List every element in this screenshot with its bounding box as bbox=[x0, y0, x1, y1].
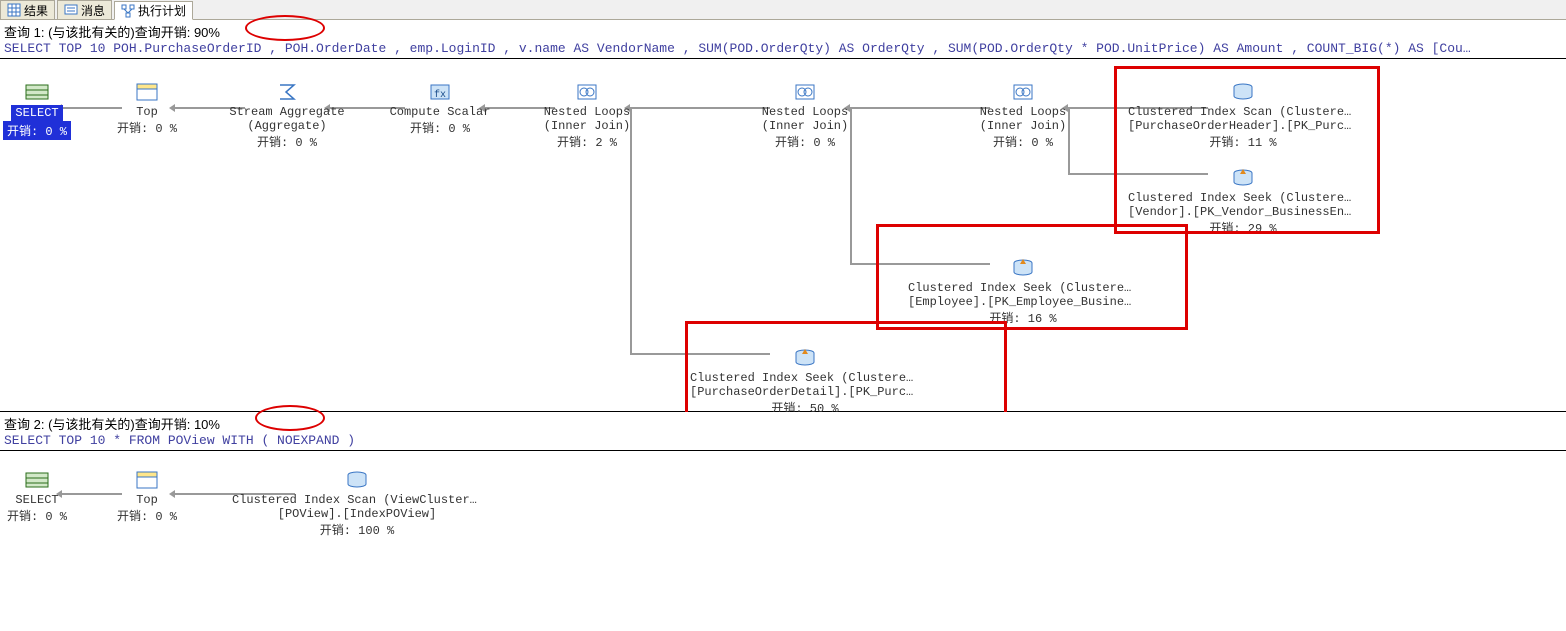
plan-icon bbox=[121, 4, 135, 18]
query1-header: 查询 1: (与该批有关的)查询开销: 90% SELECT TOP 10 PO… bbox=[0, 20, 1566, 59]
p2-top-label: Top bbox=[32, 493, 262, 507]
annotation-ellipse-2 bbox=[255, 405, 325, 431]
scalar-op-icon: fx bbox=[427, 81, 453, 103]
query1-cost-line: 查询 1: (与该批有关的)查询开销: 90% bbox=[4, 22, 1562, 41]
plan1-canvas[interactable]: SELECT 开销: 0 % Top 开销: 0 % Stream Aggreg… bbox=[0, 59, 1566, 412]
top-op-icon bbox=[134, 81, 160, 103]
plan2-node-scan[interactable]: Clustered Index Scan (ViewClustered) [PO… bbox=[232, 469, 482, 538]
tab-results-label: 结果 bbox=[24, 2, 48, 19]
nestedloop-op-icon bbox=[792, 81, 818, 103]
tab-results[interactable]: 结果 bbox=[0, 0, 55, 19]
plan-node-nl3[interactable]: Nested Loops (Inner Join) 开销: 0 % bbox=[908, 81, 1138, 150]
nestedloop-op-icon bbox=[1010, 81, 1036, 103]
annotation-box-1 bbox=[1114, 66, 1380, 234]
grid-icon bbox=[7, 3, 21, 17]
query2-cost-line: 查询 2: (与该批有关的)查询开销: 10% bbox=[4, 414, 1562, 433]
plan-node-nl1[interactable]: Nested Loops (Inner Join) 开销: 2 % bbox=[472, 81, 702, 150]
message-icon bbox=[64, 3, 78, 17]
nl2-label: Nested Loops bbox=[690, 105, 920, 119]
annotation-ellipse-1 bbox=[245, 15, 325, 41]
nl3-sub: (Inner Join) bbox=[908, 119, 1138, 133]
tab-bar: 结果 消息 执行计划 bbox=[0, 0, 1566, 20]
p2-scan-obj: [POView].[IndexPOView] bbox=[232, 507, 482, 521]
tab-messages-label: 消息 bbox=[81, 2, 105, 19]
tab-execution-plan[interactable]: 执行计划 bbox=[114, 1, 193, 20]
nl2-sub: (Inner Join) bbox=[690, 119, 920, 133]
query2-sql: SELECT TOP 10 * FROM POView WITH ( NOEXP… bbox=[4, 433, 1562, 448]
svg-text:fx: fx bbox=[434, 89, 446, 101]
p2-scan-cost: 开销: 100 % bbox=[232, 521, 482, 538]
nl1-sub: (Inner Join) bbox=[472, 119, 702, 133]
p2-scan-label: Clustered Index Scan (ViewClustered) bbox=[232, 493, 482, 507]
plan-node-nl2[interactable]: Nested Loops (Inner Join) 开销: 0 % bbox=[690, 81, 920, 150]
p2-top-cost: 开销: 0 % bbox=[32, 507, 262, 524]
nestedloop-op-icon bbox=[574, 81, 600, 103]
nl3-label: Nested Loops bbox=[908, 105, 1138, 119]
tab-messages[interactable]: 消息 bbox=[57, 0, 112, 19]
query1-sql: SELECT TOP 10 POH.PurchaseOrderID , POH.… bbox=[4, 41, 1562, 56]
nl2-cost: 开销: 0 % bbox=[690, 133, 920, 150]
plan2-node-top[interactable]: Top 开销: 0 % bbox=[32, 469, 262, 524]
indexscan-op-icon bbox=[344, 469, 370, 491]
tab-plan-label: 执行计划 bbox=[138, 2, 186, 19]
annotation-box-2 bbox=[876, 224, 1188, 330]
nl1-cost: 开销: 2 % bbox=[472, 133, 702, 150]
nl1-label: Nested Loops bbox=[472, 105, 702, 119]
plan2-canvas[interactable]: SELECT 开销: 0 % Top 开销: 0 % Clustered Ind… bbox=[0, 451, 1566, 631]
top-op-icon bbox=[134, 469, 160, 491]
nl3-cost: 开销: 0 % bbox=[908, 133, 1138, 150]
query2-header: 查询 2: (与该批有关的)查询开销: 10% SELECT TOP 10 * … bbox=[0, 412, 1566, 451]
aggregate-op-icon bbox=[274, 81, 300, 103]
